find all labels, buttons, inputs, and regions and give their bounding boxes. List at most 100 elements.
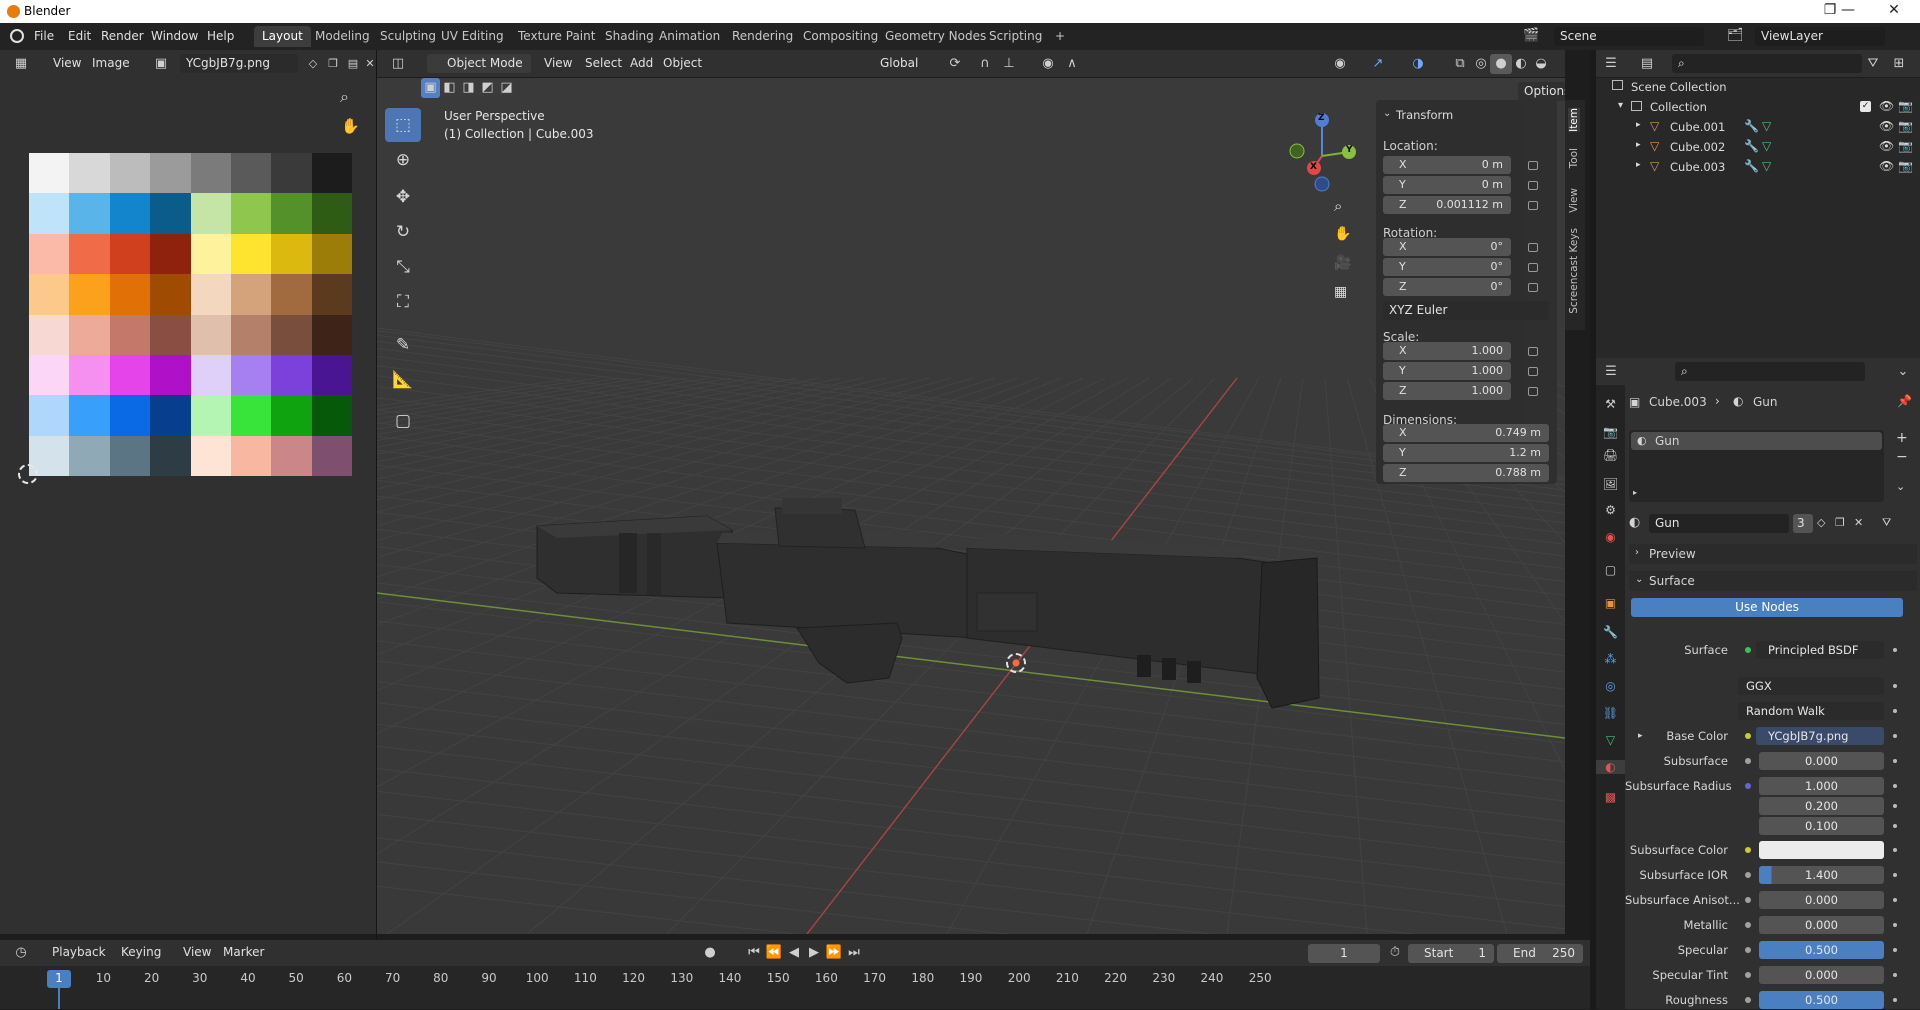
add-workspace-button[interactable]: + bbox=[1047, 26, 1073, 47]
properties-tab-collection-props-icon[interactable]: ▢ bbox=[1596, 563, 1625, 577]
camera-icon[interactable]: 📷 bbox=[1898, 119, 1913, 133]
material-users-count[interactable]: 3 bbox=[1793, 514, 1813, 533]
dim-z-field[interactable]: Z 0.788 m bbox=[1383, 464, 1549, 482]
overlay-toggle-icon[interactable]: ◑ bbox=[1407, 54, 1429, 74]
workspace-tab-scripting[interactable]: Scripting bbox=[981, 26, 1050, 47]
transform-header[interactable]: Transform bbox=[1396, 108, 1453, 122]
sidebar-tab-tool[interactable]: Tool bbox=[1568, 148, 1580, 168]
prop-specular-value[interactable]: 0.500 bbox=[1759, 941, 1884, 959]
camera-view-icon[interactable]: 🎥 bbox=[1334, 255, 1351, 271]
properties-tab-scene-props-icon[interactable]: ⚙ bbox=[1596, 503, 1625, 517]
outliner-search-input[interactable]: ⌕ bbox=[1672, 54, 1862, 73]
properties-tab-output-icon[interactable]: 🖨 bbox=[1596, 448, 1625, 462]
add-cube-tool-icon[interactable]: ▢ bbox=[385, 404, 421, 438]
base-color-expand-icon[interactable]: ▸ bbox=[1638, 731, 1643, 741]
eye-icon[interactable]: 👁 bbox=[1879, 159, 1894, 173]
viewlayer-icon[interactable]: 🗂 bbox=[1727, 28, 1744, 43]
display-mode-icon[interactable]: ▤ bbox=[1636, 54, 1658, 74]
rot-y-field[interactable]: Y 0° bbox=[1383, 258, 1511, 276]
next-keyframe-icon[interactable]: ⏩ bbox=[823, 943, 845, 963]
zoom-icon[interactable]: ⌕ bbox=[340, 87, 349, 107]
surface-section[interactable]: ⌄ Surface bbox=[1629, 571, 1917, 591]
slot-specials-icon[interactable]: ⌄ bbox=[1896, 480, 1905, 493]
loc-y-field[interactable]: Y 0 m bbox=[1383, 176, 1511, 194]
modifier-wrench-icon[interactable]: 🔧 bbox=[1744, 159, 1759, 173]
outliner-editor-type-icon[interactable]: ☰ bbox=[1600, 54, 1622, 74]
timeline-editor-type-icon[interactable]: ◷ bbox=[10, 943, 32, 963]
workspace-tab-geometry-nodes[interactable]: Geometry Nodes bbox=[877, 26, 994, 47]
scale-tool-icon[interactable]: ⤡ bbox=[385, 250, 421, 284]
select-subtract-icon[interactable]: ◨ bbox=[459, 78, 478, 98]
prop-subsurface-color-value[interactable] bbox=[1759, 841, 1884, 859]
snap-target-icon[interactable]: ⊥ bbox=[998, 54, 1020, 74]
end-frame-field[interactable]: End 250 bbox=[1497, 944, 1583, 963]
viewport-view-menu[interactable]: View bbox=[544, 56, 572, 70]
editor-type-icon[interactable]: ▦ bbox=[10, 54, 32, 74]
workspace-tab-compositing[interactable]: Compositing bbox=[795, 26, 886, 47]
scene-field[interactable]: Scene bbox=[1554, 27, 1704, 46]
material-browse-icon[interactable]: ◐ bbox=[1629, 515, 1640, 530]
record-icon[interactable]: ● bbox=[699, 943, 721, 963]
menu-render[interactable]: Render bbox=[101, 29, 144, 43]
scene-icon[interactable]: 🎬 bbox=[1523, 28, 1539, 43]
measure-tool-icon[interactable]: 📐 bbox=[385, 363, 421, 397]
keyframe-dot-icon[interactable] bbox=[1893, 709, 1897, 713]
material-shading-icon[interactable]: ◐ bbox=[1510, 54, 1532, 74]
properties-tab-modifier-icon[interactable]: 🔧 bbox=[1596, 625, 1625, 639]
properties-tab-texture-icon[interactable]: ▩ bbox=[1596, 790, 1625, 804]
workspace-tab-modeling[interactable]: Modeling bbox=[307, 26, 378, 47]
node-socket-icon[interactable] bbox=[1745, 897, 1751, 903]
viewport-select-menu[interactable]: Select bbox=[585, 56, 622, 70]
keyframe-dot-icon[interactable] bbox=[1893, 824, 1897, 828]
start-frame-field[interactable]: Start 1 bbox=[1408, 944, 1494, 963]
transform-orientation-dropdown[interactable]: Global bbox=[860, 54, 936, 73]
select-box-tool-icon[interactable]: ⬚ bbox=[385, 108, 421, 142]
eye-icon[interactable]: 👁 bbox=[1879, 99, 1894, 113]
breadcrumb-object[interactable]: Cube.003 bbox=[1649, 395, 1707, 409]
node-socket-icon[interactable] bbox=[1745, 758, 1751, 764]
prop-subsurface-ior-value[interactable]: 1.400 bbox=[1759, 866, 1884, 884]
outliner-item-cube001[interactable]: ▸ ▽ Cube.001 🔧 ▽ 👁 📷 bbox=[1596, 118, 1920, 137]
close-button[interactable]: ✕ bbox=[1874, 2, 1914, 22]
keyframe-dot-icon[interactable] bbox=[1893, 973, 1897, 977]
prop-subsurface-anisot-value[interactable]: 0.000 bbox=[1759, 891, 1884, 909]
link-filter-icon[interactable]: ⛛ bbox=[1882, 516, 1891, 530]
node-socket-icon[interactable] bbox=[1745, 872, 1751, 878]
select-new-icon[interactable]: ▣ bbox=[421, 78, 440, 98]
dim-x-field[interactable]: X 0.749 m bbox=[1383, 424, 1549, 442]
dim-y-field[interactable]: Y 1.2 m bbox=[1383, 444, 1549, 462]
menu-file[interactable]: File bbox=[34, 29, 54, 43]
keyframe-dot-icon[interactable] bbox=[1893, 759, 1897, 763]
current-frame-field[interactable]: 1 bbox=[1308, 944, 1380, 963]
workspace-tab-uv-editing[interactable]: UV Editing bbox=[433, 26, 512, 47]
pin-icon[interactable]: 📌 bbox=[1897, 394, 1912, 408]
keyframe-dot-icon[interactable] bbox=[1893, 848, 1897, 852]
material-slot-item[interactable]: ◐ Gun bbox=[1631, 432, 1882, 450]
node-socket-icon[interactable] bbox=[1745, 947, 1751, 953]
properties-tab-render-icon[interactable]: 📷 bbox=[1596, 425, 1625, 439]
cursor-tool-icon[interactable]: ⊕ bbox=[385, 143, 421, 177]
jump-end-icon[interactable]: ⏭ bbox=[843, 943, 865, 963]
collapse-arrow-icon[interactable]: ⌄ bbox=[1383, 108, 1391, 119]
timeline-view-menu[interactable]: View bbox=[183, 945, 211, 959]
properties-tab-world-icon[interactable]: ◉ bbox=[1596, 530, 1625, 544]
lock-icon[interactable] bbox=[1528, 283, 1538, 292]
mesh-data-icon[interactable]: ▽ bbox=[1762, 139, 1771, 153]
properties-tab-view-layer-icon[interactable]: 🖼 bbox=[1596, 477, 1625, 491]
node-socket-icon[interactable] bbox=[1745, 847, 1751, 853]
viewport-object-menu[interactable]: Object bbox=[663, 56, 702, 70]
loc-x-field[interactable]: X 0 m bbox=[1383, 156, 1511, 174]
prop-subsurface-value[interactable]: 0.000 bbox=[1759, 752, 1884, 770]
image-editor-canvas[interactable]: ⌕ ✋ bbox=[0, 77, 376, 934]
ortho-toggle-icon[interactable]: ▦ bbox=[1334, 284, 1347, 300]
image-name-field[interactable]: YCgbJB7g.png bbox=[180, 54, 298, 73]
lock-icon[interactable] bbox=[1528, 161, 1538, 170]
falloff-icon[interactable]: ∧ bbox=[1061, 54, 1083, 74]
menu-edit[interactable]: Edit bbox=[68, 29, 91, 43]
visibility-icon[interactable]: ◉ bbox=[1329, 54, 1351, 74]
preview-section[interactable]: › Preview bbox=[1629, 544, 1917, 564]
eye-icon[interactable]: 👁 bbox=[1879, 139, 1894, 153]
checkbox-icon[interactable]: ✓ bbox=[1860, 101, 1871, 112]
keyframe-dot-icon[interactable] bbox=[1893, 784, 1897, 788]
sidebar-tab-view[interactable]: View bbox=[1568, 188, 1580, 213]
